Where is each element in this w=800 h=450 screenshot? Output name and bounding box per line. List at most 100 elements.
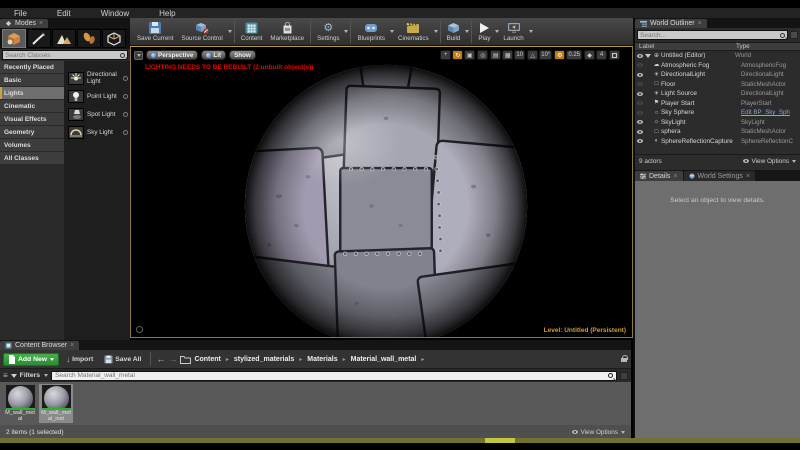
outliner-search-input[interactable]	[640, 31, 780, 39]
info-icon[interactable]	[123, 93, 128, 99]
item-spot-light[interactable]: Spot Light	[64, 105, 130, 123]
grid-snap-value[interactable]: 10	[514, 50, 526, 60]
tab-place-mode[interactable]	[2, 29, 26, 48]
close-icon[interactable]: ×	[70, 342, 74, 349]
info-icon[interactable]	[123, 111, 128, 117]
marketplace-button[interactable]: Marketplace	[266, 19, 308, 45]
scale-tool-button[interactable]: ▣	[464, 50, 476, 60]
chevron-down-icon[interactable]	[227, 30, 232, 33]
expand-arrow-icon[interactable]	[645, 53, 651, 58]
save-all-button[interactable]: Save All	[100, 353, 145, 366]
category-geometry[interactable]: Geometry	[0, 126, 64, 138]
lock-icon[interactable]	[621, 355, 628, 363]
column-type[interactable]: Type	[736, 43, 800, 50]
modes-search-input[interactable]	[5, 51, 120, 59]
lit-mode-button[interactable]: Lit	[201, 50, 227, 60]
visibility-eye-icon[interactable]	[637, 110, 643, 115]
menu-help[interactable]: Help	[159, 9, 175, 18]
tab-landscape-mode[interactable]	[52, 29, 76, 48]
outliner-row-floor[interactable]: □ Floor StaticMeshActor	[635, 80, 800, 90]
outliner-row-directionallight[interactable]: ☀ DirectionalLight DirectionalLight	[635, 70, 800, 80]
category-basic[interactable]: Basic	[0, 74, 64, 86]
settings-button[interactable]: ⚙ Settings	[313, 19, 343, 45]
visibility-eye-icon[interactable]	[637, 120, 643, 125]
tab-world-outliner[interactable]: World Outliner ×	[635, 19, 707, 28]
move-tool-button[interactable]: +	[440, 50, 452, 60]
visibility-eye-icon[interactable]	[637, 129, 643, 134]
close-icon[interactable]: ×	[673, 173, 677, 180]
outliner-row-atmospheric-fog[interactable]: ☁ Atmospheric Fog AtmosphericFog	[635, 61, 800, 71]
cb-view-options-button[interactable]: View Options	[572, 429, 625, 436]
save-current-button[interactable]: Save Current	[133, 19, 177, 45]
sources-panel-icon[interactable]: ≡	[3, 371, 8, 380]
column-label[interactable]: Label	[635, 43, 736, 50]
item-sky-light[interactable]: Sky Light	[64, 123, 130, 141]
menu-file[interactable]: File	[14, 9, 27, 18]
camera-speed-button[interactable]: ◆	[584, 50, 595, 60]
info-icon[interactable]	[123, 129, 128, 135]
world-local-toggle-button[interactable]: ◎	[477, 50, 489, 60]
scale-snap-toggle-button[interactable]: ⚙	[554, 50, 566, 60]
outliner-row-skylight[interactable]: ☼ SkyLight SkyLight	[635, 118, 800, 128]
category-all-classes[interactable]: All Classes	[0, 152, 64, 164]
chevron-down-icon[interactable]	[433, 30, 438, 33]
blueprints-button[interactable]: Blueprints	[353, 19, 389, 45]
menu-window[interactable]: Window	[101, 9, 129, 18]
launch-button[interactable]: Launch	[499, 19, 527, 45]
tab-details[interactable]: Details ×	[635, 171, 683, 181]
item-directional-light[interactable]: Directional Light	[64, 69, 130, 87]
rotation-snap-toggle-button[interactable]: △	[527, 50, 539, 60]
tab-world-settings[interactable]: World Settings ×	[683, 171, 755, 181]
outliner-view-options-button[interactable]: View Options	[743, 158, 796, 165]
close-icon[interactable]: ×	[698, 20, 702, 27]
outliner-row-world[interactable]: ⊕ Untitled (Editor) World	[635, 51, 800, 61]
tab-paint-mode[interactable]	[27, 29, 51, 48]
category-lights[interactable]: Lights	[0, 87, 64, 99]
visibility-eye-icon[interactable]	[637, 139, 643, 144]
asset-m-wall-metal-inst[interactable]: M_wall_metal_inst	[39, 384, 73, 423]
grid-snap-toggle-button[interactable]: ▦	[502, 50, 514, 60]
metal-sphere-mesh[interactable]	[240, 60, 532, 337]
visibility-eye-icon[interactable]	[637, 82, 643, 87]
asset-search-input[interactable]	[55, 372, 608, 379]
search-save-icon[interactable]	[620, 371, 628, 380]
back-icon[interactable]: ←	[156, 354, 165, 364]
perspective-button[interactable]: Perspective	[146, 50, 199, 60]
scrollbar-thumb[interactable]	[485, 438, 515, 443]
tab-geometry-mode[interactable]	[102, 29, 126, 48]
breadcrumb-materials[interactable]: Materials	[307, 356, 337, 363]
outliner-row-spherereflectioncapture[interactable]: ◐ SphereReflectionCapture SphereReflecti…	[635, 137, 800, 147]
add-new-button[interactable]: Add New	[3, 352, 60, 366]
visibility-eye-icon[interactable]	[637, 53, 643, 58]
visibility-eye-icon[interactable]	[637, 91, 643, 96]
breadcrumb-stylized-materials[interactable]: stylized_materials	[234, 356, 294, 363]
source-control-button[interactable]: Source Control	[177, 19, 226, 45]
chevron-down-icon[interactable]	[344, 30, 349, 33]
outliner-filter-icon[interactable]	[790, 31, 798, 39]
level-viewport[interactable]: Perspective Lit Show LIGHTING NEEDS TO B…	[130, 46, 633, 338]
forward-icon[interactable]: →	[168, 354, 177, 364]
content-button[interactable]: Content	[237, 19, 267, 45]
breadcrumb-content[interactable]: Content	[194, 356, 220, 363]
visibility-eye-icon[interactable]	[637, 63, 643, 68]
tab-foliage-mode[interactable]	[77, 29, 101, 48]
visibility-eye-icon[interactable]	[637, 72, 643, 77]
play-button[interactable]: Play	[474, 19, 494, 45]
camera-speed-value[interactable]: 4	[596, 50, 607, 60]
close-icon[interactable]: ×	[746, 173, 750, 180]
asset-m-wall-metal[interactable]: M_wall_metal	[3, 384, 37, 423]
visibility-eye-icon[interactable]	[637, 101, 643, 106]
category-recently-placed[interactable]: Recently Placed	[0, 61, 64, 73]
chevron-down-icon[interactable]	[528, 30, 533, 33]
outliner-row-sky-sphere[interactable]: ○ Sky Sphere Edit BP_Sky_Sph	[635, 108, 800, 118]
filters-button[interactable]: Filters	[20, 372, 40, 379]
outliner-row-sphera[interactable]: □ sphera StaticMeshActor	[635, 127, 800, 137]
show-button[interactable]: Show	[229, 50, 256, 60]
edit-blueprint-link[interactable]: Edit BP_Sky_Sph	[741, 109, 800, 116]
scale-snap-value[interactable]: 0.25	[566, 50, 582, 60]
close-icon[interactable]: ×	[39, 20, 43, 27]
build-button[interactable]: Build	[443, 19, 465, 45]
chevron-down-icon[interactable]	[465, 30, 470, 33]
breadcrumb-material-wall-metal[interactable]: Material_wall_metal	[351, 356, 417, 363]
outliner-row-light-source[interactable]: ☀ Light Source DirectionalLight	[635, 89, 800, 99]
